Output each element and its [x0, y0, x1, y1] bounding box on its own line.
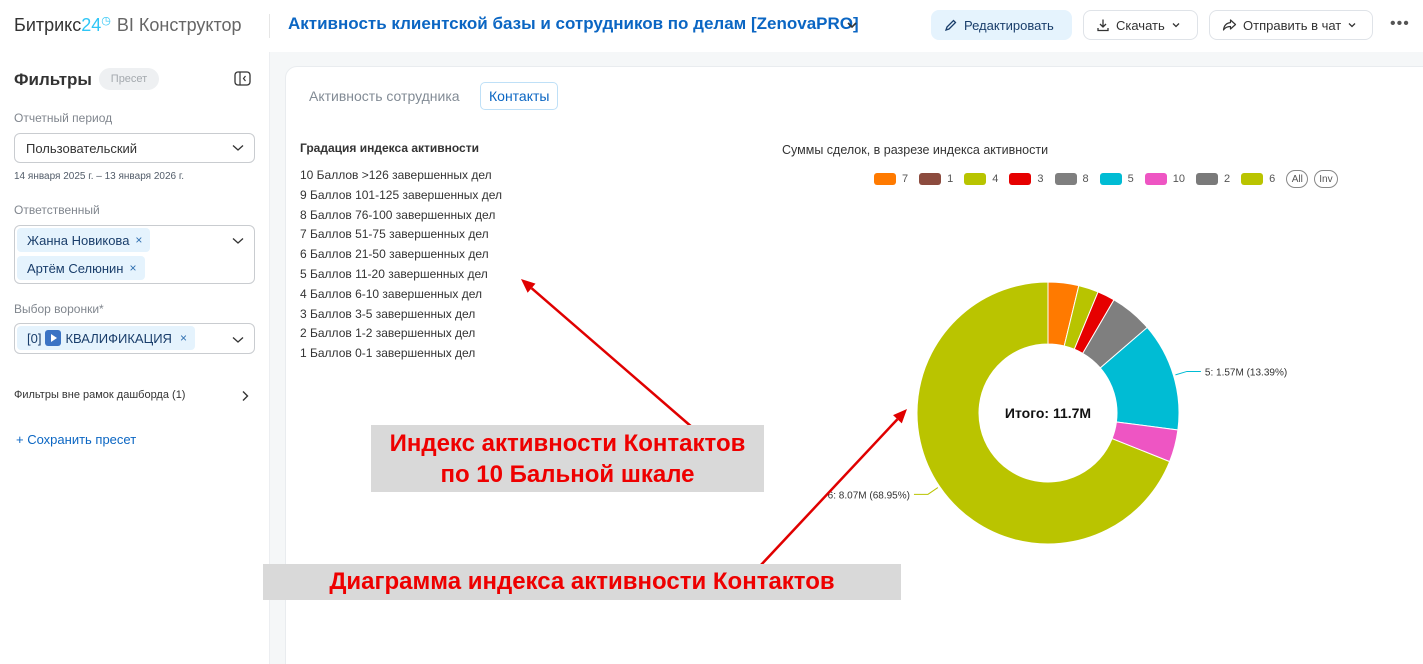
download-button-label: Скачать: [1116, 17, 1165, 33]
responsible-tag-name: Жанна Новикова: [27, 232, 130, 248]
annotation-index-scale: Индекс активности Контактов по 10 Бально…: [371, 425, 764, 492]
filters-title: Фильтры: [14, 70, 92, 89]
clock-icon: ◷: [101, 15, 111, 27]
slice-data-label: 6: 8.07M (68.95%): [828, 490, 910, 501]
more-icon[interactable]: •••: [1390, 15, 1410, 33]
annotation-line: Индекс активности Контактов: [389, 430, 746, 457]
edit-button-label: Редактировать: [964, 17, 1054, 33]
slice-label-line: [913, 487, 939, 495]
preset-chip[interactable]: Пресет: [99, 68, 159, 90]
header-divider: [269, 14, 270, 38]
annotation-diagram: Диаграмма индекса активности Контактов: [263, 564, 901, 600]
donut-center-total: Итого: 11.7M: [1005, 405, 1091, 421]
chevron-down-icon: [1172, 23, 1180, 28]
send-to-chat-button[interactable]: Отправить в чат: [1209, 10, 1373, 40]
responsible-tag[interactable]: Артём Селюнин ×: [17, 256, 145, 280]
brand-logo[interactable]: Битрикс24◷ BI Конструктор: [14, 14, 242, 36]
funnel-tag-prefix: [0]: [27, 330, 42, 346]
collapse-sidebar-icon[interactable]: [234, 71, 251, 86]
chevron-down-icon: [1348, 23, 1356, 28]
responsible-tag-name: Артём Селюнин: [27, 260, 124, 276]
chevron-down-icon: [232, 145, 244, 151]
annotation-line: по 10 Бальной шкале: [440, 461, 695, 488]
save-preset-button[interactable]: + Сохранить пресет: [16, 432, 136, 447]
chevron-down-icon[interactable]: [845, 18, 859, 32]
period-value: Пользовательский: [26, 141, 138, 156]
download-button[interactable]: Скачать: [1083, 10, 1198, 40]
play-icon: [45, 330, 62, 346]
period-range: 14 января 2025 г. – 13 января 2026 г.: [14, 171, 185, 182]
chevron-down-icon: [232, 238, 244, 244]
edit-button[interactable]: Редактировать: [931, 10, 1072, 40]
close-icon[interactable]: ×: [180, 331, 187, 345]
dashboard-title[interactable]: Активность клиентской базы и сотрудников…: [288, 14, 859, 34]
funnel-tag[interactable]: [0] КВАЛИФИКАЦИЯ ×: [17, 326, 195, 350]
outside-filters-link[interactable]: Фильтры вне рамок дашборда (1): [14, 389, 185, 401]
close-icon[interactable]: ×: [135, 233, 142, 247]
brand-product: BI Конструктор: [116, 15, 242, 35]
responsible-label: Ответственный: [14, 203, 100, 217]
period-label: Отчетный период: [14, 111, 113, 125]
brand-number: 24: [81, 15, 102, 35]
slice-label-line: [1175, 370, 1201, 376]
brand-name: Битрикс: [14, 15, 82, 35]
top-header: Битрикс24◷ BI Конструктор Активность клие…: [0, 0, 1423, 52]
period-select[interactable]: Пользовательский: [14, 133, 255, 163]
chevron-right-icon[interactable]: [241, 390, 249, 402]
slice-data-label: 5: 1.57M (13.39%): [1205, 367, 1287, 378]
filters-sidebar: Фильтры Пресет Отчетный период Пользоват…: [0, 52, 270, 664]
share-icon: [1222, 19, 1237, 31]
chevron-down-icon: [232, 337, 244, 343]
close-icon[interactable]: ×: [130, 261, 137, 275]
pencil-icon: [944, 19, 957, 32]
download-icon: [1097, 19, 1109, 32]
required-mark: *: [99, 302, 104, 316]
funnel-tag-text: КВАЛИФИКАЦИЯ: [65, 330, 172, 346]
funnel-label-text: Выбор воронки: [14, 302, 100, 316]
send-to-chat-label: Отправить в чат: [1243, 17, 1342, 33]
funnel-label: Выбор воронки*: [14, 302, 104, 316]
responsible-tag[interactable]: Жанна Новикова ×: [17, 228, 151, 252]
